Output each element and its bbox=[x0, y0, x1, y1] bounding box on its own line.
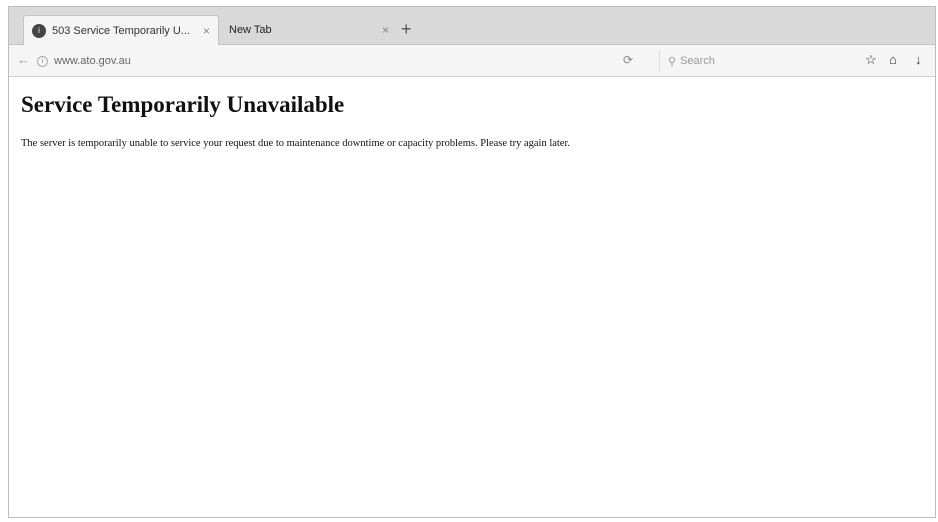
page-title: Service Temporarily Unavailable bbox=[21, 92, 345, 117]
site-info-icon[interactable]: i bbox=[37, 55, 48, 67]
close-icon[interactable]: × bbox=[382, 23, 389, 37]
search-icon: ⚲ bbox=[668, 55, 677, 68]
back-button[interactable]: ← bbox=[17, 52, 30, 67]
tab-503-service[interactable]: i 503 Service Temporarily U... × bbox=[23, 15, 219, 45]
download-icon[interactable]: ↓ bbox=[915, 52, 922, 67]
reload-button[interactable]: ⟳ bbox=[623, 53, 633, 67]
tab-new-tab[interactable]: New Tab × bbox=[221, 15, 397, 45]
address-bar[interactable]: i www.ato.gov.au bbox=[37, 50, 651, 72]
info-favicon-icon: i bbox=[32, 23, 46, 38]
tab-title: New Tab bbox=[229, 24, 272, 36]
navigation-bar: ← i www.ato.gov.au ⟳ ⚲ Search ☆ ⌂ ↓ bbox=[9, 45, 935, 77]
search-placeholder: Search bbox=[680, 55, 715, 67]
url-text: www.ato.gov.au bbox=[54, 55, 131, 67]
close-icon[interactable]: × bbox=[203, 24, 210, 38]
tab-title: 503 Service Temporarily U... bbox=[52, 24, 190, 37]
new-tab-button[interactable]: + bbox=[401, 19, 412, 39]
browser-window: i 503 Service Temporarily U... × New Tab… bbox=[8, 6, 936, 518]
page-content: Service Temporarily Unavailable The serv… bbox=[9, 78, 935, 517]
tab-strip: i 503 Service Temporarily U... × New Tab… bbox=[9, 7, 935, 45]
library-icon[interactable]: ⌂ bbox=[889, 52, 897, 67]
error-message: The server is temporarily unable to serv… bbox=[21, 138, 571, 149]
search-input[interactable]: ⚲ Search bbox=[659, 50, 859, 72]
bookmark-star-icon[interactable]: ☆ bbox=[865, 52, 877, 68]
